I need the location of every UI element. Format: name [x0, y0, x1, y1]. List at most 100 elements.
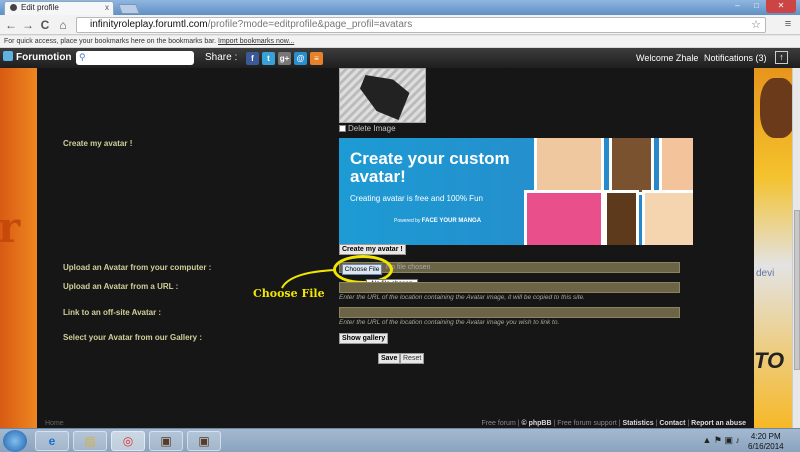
share-icons: f t g+ @ ≡ — [246, 52, 323, 65]
manga-face-3 — [659, 138, 693, 195]
footer-statistics[interactable]: Statistics — [623, 420, 654, 427]
window-controls: – □ ✕ — [728, 0, 796, 14]
manga-faces-illustration — [524, 138, 693, 245]
ie-icon[interactable]: e — [35, 431, 69, 451]
search-icon: ⚲ — [79, 52, 86, 62]
forum-footer: Home Free forum | © phpBB | Free forum s… — [37, 420, 754, 428]
create-avatar-button[interactable]: Create my avatar ! — [339, 244, 406, 255]
email-icon[interactable]: @ — [294, 52, 307, 65]
background-right-text-2: TO — [754, 348, 785, 373]
address-bar[interactable]: infinityroleplay.forumtl.com/profile?mod… — [76, 17, 766, 33]
footer-report[interactable]: Report an abuse — [691, 420, 746, 427]
footer-links: Free forum | © phpBB | Free forum suppor… — [481, 420, 746, 427]
rss-icon[interactable]: ≡ — [310, 52, 323, 65]
footer-home-link[interactable]: Home — [45, 420, 64, 427]
background-left-text: r — [0, 203, 21, 252]
forumotion-search-input[interactable]: ⚲ — [76, 51, 194, 65]
page-viewport: r devi TO Delete Image Create my avatar … — [0, 68, 800, 428]
tab-close-icon[interactable]: x — [105, 2, 109, 14]
face-your-manga-banner[interactable]: Create your custom avatar! Creating avata… — [339, 138, 693, 245]
import-bookmarks-link[interactable]: Import bookmarks now... — [218, 38, 294, 45]
upload-computer-label: Upload an Avatar from your computer : — [63, 263, 212, 272]
forumotion-logo-icon — [3, 51, 13, 61]
notifications-link[interactable]: Notifications (3) — [704, 53, 767, 63]
manga-face-5 — [604, 190, 639, 245]
page-scrollbar[interactable] — [792, 68, 800, 428]
banner-subline: Creating avatar is free and 100% Fun — [350, 194, 483, 203]
create-avatar-label: Create my avatar ! — [63, 139, 133, 148]
gallery-label: Select your Avatar from our Gallery : — [63, 333, 203, 342]
character-face-image — [760, 78, 796, 138]
tab-title: Edit profile — [21, 3, 59, 12]
scroll-up-icon[interactable]: ↑ — [775, 51, 788, 64]
url-host: infinityroleplay.forumtl.com — [90, 19, 208, 30]
avatar-url-input[interactable] — [339, 282, 680, 293]
reset-button[interactable]: Reset — [400, 353, 425, 364]
upload-url-label: Upload an Avatar from a URL : — [63, 282, 179, 291]
footer-free-forum[interactable]: Free forum — [482, 420, 516, 427]
save-button[interactable]: Save — [378, 353, 401, 364]
manga-face-2 — [609, 138, 654, 195]
welcome-user[interactable]: Welcome Zhale — [636, 53, 698, 63]
choose-file-annotation: Choose File — [253, 287, 325, 300]
explorer-icon[interactable]: ▤ — [73, 431, 107, 451]
delete-image-checkbox[interactable] — [339, 125, 346, 132]
maximize-icon[interactable]: □ — [747, 0, 766, 13]
clock-date: 6/16/2014 — [748, 442, 784, 451]
delete-image-option[interactable]: Delete Image — [339, 124, 396, 133]
banner-headline-line-2: avatar! — [350, 167, 406, 186]
image-app-icon-2[interactable]: ▣ — [187, 431, 221, 451]
banner-powered-by: Powered by FACE YOUR MANGA — [394, 218, 481, 224]
new-tab-button[interactable] — [118, 4, 140, 14]
url-path: /profile?mode=editprofile&page_profil=av… — [207, 19, 413, 30]
forward-icon[interactable]: → — [20, 17, 36, 33]
clock-time: 4:20 PM — [750, 432, 781, 441]
banner-headline-line-1: Create your custom — [350, 149, 510, 168]
banner-headline: Create your custom avatar! — [350, 150, 510, 186]
manga-face-1 — [534, 138, 604, 195]
share-label: Share : — [205, 52, 238, 63]
footer-copyright[interactable]: © phpBB — [522, 420, 552, 427]
forumotion-logo[interactable]: Forumotion — [3, 51, 72, 63]
bookmarks-hint: For quick access, place your bookmarks h… — [4, 38, 217, 45]
background-right-text: devi — [756, 268, 775, 279]
offsite-avatar-hint: Enter the URL of the location containing… — [339, 319, 560, 326]
google-plus-icon[interactable]: g+ — [278, 52, 291, 65]
delete-image-label: Delete Image — [348, 124, 396, 133]
chrome-menu-icon[interactable]: ≡ — [782, 18, 794, 32]
home-icon[interactable]: ⌂ — [55, 17, 71, 33]
forumotion-toolbar: Forumotion ⚲ Share : f t g+ @ ≡ Welcome … — [0, 48, 800, 68]
forumotion-logo-text: Forumotion — [16, 52, 72, 63]
main-content: Delete Image Create my avatar ! Create y… — [37, 68, 754, 428]
scrollbar-thumb[interactable] — [794, 210, 800, 370]
footer-support[interactable]: Free forum support — [557, 420, 617, 427]
facebook-icon[interactable]: f — [246, 52, 259, 65]
close-window-icon[interactable]: ✕ — [766, 0, 796, 13]
image-app-icon-1[interactable]: ▣ — [149, 431, 183, 451]
twitter-icon[interactable]: t — [262, 52, 275, 65]
system-tray-icons[interactable]: ▲ ⚑ ▣ ♪ — [703, 435, 740, 446]
chrome-icon[interactable]: ◎ — [111, 431, 145, 451]
start-button[interactable] — [3, 430, 27, 452]
show-gallery-button[interactable]: Show gallery — [339, 333, 389, 344]
offsite-avatar-label: Link to an off-site Avatar : — [63, 308, 162, 317]
offsite-avatar-input[interactable] — [339, 307, 680, 318]
footer-contact[interactable]: Contact — [659, 420, 685, 427]
favicon-icon — [10, 4, 17, 11]
windows-taskbar: e ▤ ◎ ▣ ▣ ▲ ⚑ ▣ ♪ 4:20 PM 6/16/2014 — [0, 428, 800, 452]
reload-icon[interactable]: C — [37, 17, 53, 33]
bookmark-star-icon[interactable]: ☆ — [751, 18, 761, 32]
url-upload-hint: Enter the URL of the location containing… — [339, 294, 585, 301]
background-left-art: r — [0, 68, 37, 428]
avatar-figure — [360, 75, 410, 120]
minimize-icon[interactable]: – — [728, 0, 747, 13]
bookmarks-bar: For quick access, place your bookmarks h… — [0, 36, 800, 48]
back-icon[interactable]: ← — [3, 17, 19, 33]
title-bar: Edit profile x – □ ✕ — [0, 0, 800, 15]
taskbar-clock[interactable]: 4:20 PM 6/16/2014 — [748, 432, 784, 452]
manga-face-6 — [642, 190, 693, 245]
manga-face-4 — [524, 190, 604, 245]
current-avatar-image — [339, 68, 426, 123]
browser-tab[interactable]: Edit profile x — [4, 1, 114, 15]
browser-toolbar: ← → C ⌂ infinityroleplay.forumtl.com/pro… — [0, 15, 800, 35]
